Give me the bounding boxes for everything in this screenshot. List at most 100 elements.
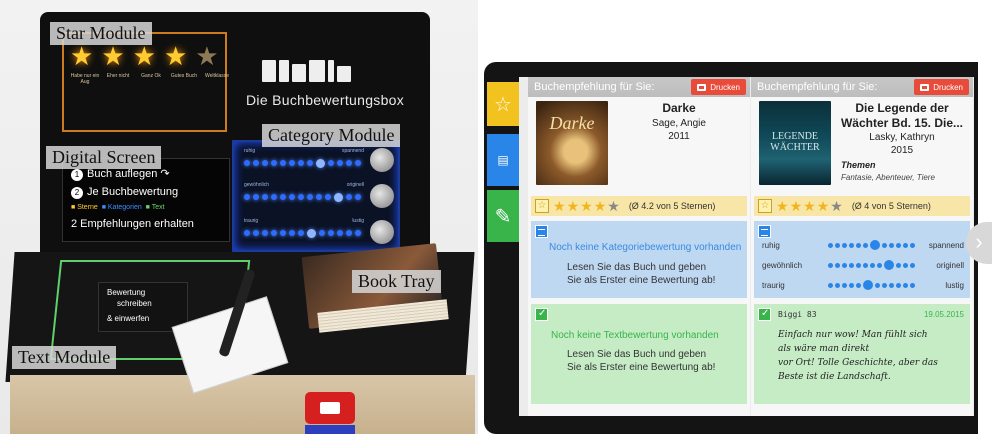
category-empty-message: Noch keine Kategoriebewertung vorhanden (549, 242, 742, 253)
scale-dot (855, 282, 861, 288)
category-words: ruhig spannend (244, 148, 364, 154)
themes-list: Fantasie, Abenteuer, Tiere (841, 173, 935, 182)
book-title: Die Legende der Wächter Bd. 15. Die... (840, 101, 964, 130)
label-star-module: Star Module (50, 22, 152, 45)
pen-icon: ✎ (494, 205, 512, 228)
printer-icon (697, 83, 707, 91)
category-rating-box: Noch keine Kategoriebewertung vorhanden … (531, 221, 747, 298)
star-rating-bar: ☆ ★ ★ ★ ★ ★ (Ø 4 von 5 Sternen) (754, 196, 970, 216)
star-icon: ★ (816, 198, 830, 214)
text-empty-body: Lesen Sie das Buch und geben Sie als Ers… (567, 349, 716, 373)
scale-dot (841, 282, 847, 288)
scale-dot (909, 262, 915, 268)
label-digital-screen: Digital Screen (46, 146, 162, 169)
star-module-stars: ★ ★ ★ ★ ★ (70, 43, 219, 69)
category-leds (244, 156, 361, 170)
recommendation-card-1: Buchempfehlung für Sie: Drucken Darke Da… (528, 77, 750, 416)
book-year: 2011 (668, 131, 690, 142)
scale-dot (909, 282, 915, 288)
tab-stars[interactable]: ☆ (487, 82, 519, 126)
scale-dot (909, 242, 915, 248)
print-button[interactable]: Drucken (691, 79, 746, 95)
star-icon: ★ (803, 198, 816, 214)
book-info: LEGENDE WÄCHTER Die Legende der Wächter … (751, 97, 973, 192)
star-icon: ★ (580, 198, 593, 214)
scale-dot (881, 282, 887, 288)
screen-line-2: 2 Je Buchbewertung (71, 183, 221, 201)
screen-line-4: 2 Empfehlungen erhalten (71, 218, 194, 230)
print-button[interactable]: Drucken (914, 79, 969, 95)
check-icon (758, 308, 771, 321)
tab-text[interactable]: ✎ (487, 190, 519, 242)
book-year: 2015 (890, 145, 914, 156)
check-icon (535, 308, 548, 321)
star-icon: ★ (789, 198, 803, 214)
scale-dot (888, 282, 894, 288)
label-book-tray: Book Tray (352, 270, 441, 293)
category-words: gewöhnlich originell (244, 182, 364, 188)
text-empty-message: Noch keine Textbewertung vorhanden (551, 330, 719, 341)
scale-dot (834, 282, 840, 288)
scale-dot (848, 242, 854, 248)
star-captions: Habe nur ein Aug Eher nicht Ganz Ok Gute… (70, 73, 232, 85)
book-title: Darke (662, 101, 696, 115)
printer-icon (920, 83, 930, 91)
book-cover: LEGENDE WÄCHTER (759, 101, 831, 185)
category-scale-dots (822, 240, 920, 250)
label-category-module: Category Module (262, 124, 401, 147)
scale-dot (834, 242, 840, 248)
screen-legend: ■ Sterne ■ Kategorien ■ Text (71, 204, 165, 211)
star-icon: ★ (132, 41, 156, 71)
star-icon: ★ (553, 198, 566, 214)
category-words: traurig lustig (244, 218, 364, 224)
tab-categories[interactable]: ▤ (487, 134, 519, 186)
knob (370, 148, 394, 172)
scale-dot (841, 262, 847, 268)
category-empty-body: Lesen Sie das Buch und geben Sie als Ers… (567, 262, 716, 286)
star-rating-bar: ☆ ★ ★ ★ ★ ★ (Ø 4.2 von 5 Sternen) (531, 196, 747, 216)
star-caption: Eher nicht (106, 73, 130, 79)
scale-dot (876, 262, 882, 268)
list-icon: ▤ (497, 153, 509, 167)
label-text-module: Text Module (12, 346, 117, 369)
star-icon: ★ (163, 41, 188, 71)
category-leds (244, 226, 361, 240)
scale-dot (895, 242, 901, 248)
star-icon: ★ (195, 41, 219, 71)
category-scale-row: ruhig spannend (762, 240, 964, 250)
review-text: Einfach nur wow! Man fühlt sich als wäre… (778, 330, 938, 382)
star-icon: ☆ (494, 93, 512, 116)
star-caption: Weltklasse (204, 73, 230, 79)
scale-dot (862, 280, 873, 290)
star-icon: ★ (607, 198, 620, 214)
text-rating-box: Biggi 83 19.05.2015 Einfach nur wow! Man… (754, 304, 970, 404)
scale-dot (869, 262, 875, 268)
book-author: Sage, Angie (652, 118, 706, 129)
book-author: Lasky, Kathryn (869, 132, 935, 143)
scale-dot (827, 242, 833, 248)
category-scale-dots (822, 260, 920, 270)
book-info: Darke Darke Sage, Angie 2011 (528, 97, 750, 192)
average-rating: (Ø 4 von 5 Sternen) (851, 201, 931, 211)
printer-icon (305, 392, 355, 424)
star-icon: ☆ (535, 199, 549, 213)
scale-dot (855, 262, 861, 268)
star-caption: Ganz Ok (141, 73, 161, 79)
star-caption: Habe nur ein Aug (70, 73, 100, 85)
star-icon: ☆ (758, 199, 772, 213)
star-icon: ★ (830, 198, 843, 214)
star-icon: ★ (593, 198, 607, 214)
scale-dot (862, 262, 868, 268)
book-cover: Darke (536, 101, 608, 185)
scale-dot (869, 240, 880, 250)
average-rating: (Ø 4.2 von 5 Sternen) (628, 201, 716, 211)
box-wood-base (10, 375, 475, 434)
star-icon: ★ (101, 41, 125, 71)
scale-dot (848, 262, 854, 268)
scale-dot (862, 242, 868, 248)
card-header: Buchempfehlung für Sie: Drucken (528, 77, 750, 97)
text-rating-box: Noch keine Textbewertung vorhanden Lesen… (531, 304, 747, 404)
category-scale-dots (822, 280, 920, 290)
star-icon: ★ (776, 198, 789, 214)
scale-dot (874, 282, 880, 288)
